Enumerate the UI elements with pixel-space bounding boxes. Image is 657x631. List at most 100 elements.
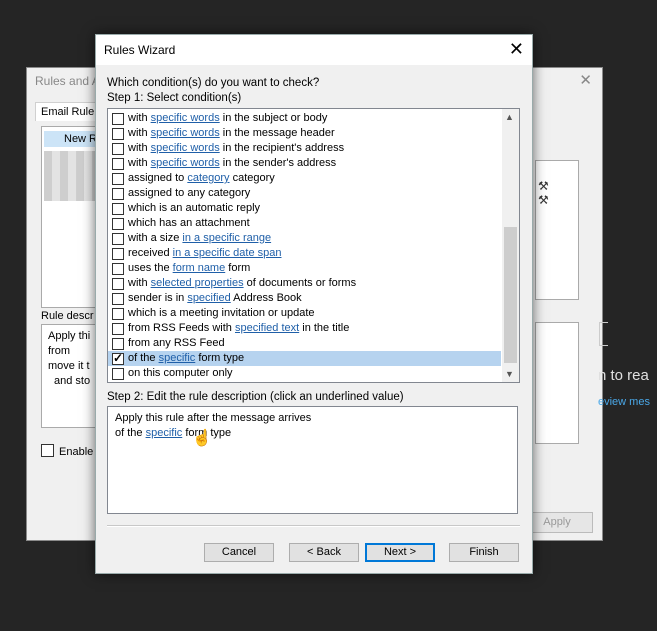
condition-link[interactable]: specific words — [151, 142, 220, 154]
condition-text: uses the — [128, 262, 173, 274]
condition-text: from any RSS Feed — [128, 337, 225, 349]
condition-checkbox[interactable] — [112, 218, 124, 230]
condition-item[interactable]: on this computer only — [108, 366, 501, 381]
condition-checkbox[interactable] — [112, 278, 124, 290]
condition-link[interactable]: specific words — [151, 127, 220, 139]
condition-item[interactable]: with specific words in the sender's addr… — [108, 156, 501, 171]
condition-text: in the title — [299, 322, 350, 334]
scroll-thumb[interactable] — [504, 227, 517, 363]
blurred-rule-icons — [44, 151, 100, 201]
next-button[interactable]: Next > — [365, 543, 435, 562]
condition-item[interactable]: which is an automatic reply — [108, 201, 501, 216]
condition-link[interactable]: in a specific date span — [173, 247, 282, 259]
condition-item[interactable]: which is a meeting invitation or update — [108, 306, 501, 321]
conditions-scrollbar[interactable]: ▲ ▼ — [502, 109, 519, 382]
condition-item[interactable]: with specific words in the subject or bo… — [108, 111, 501, 126]
condition-text: of the — [128, 352, 159, 364]
condition-link[interactable]: selected properties — [151, 277, 244, 289]
condition-checkbox[interactable] — [112, 263, 124, 275]
window-edge — [599, 322, 608, 346]
condition-item[interactable]: assigned to category category — [108, 171, 501, 186]
background-link[interactable]: eview mes — [598, 396, 650, 408]
hand-cursor-icon: ☝ — [192, 430, 212, 447]
condition-link[interactable]: specific words — [151, 112, 220, 124]
condition-text: Address Book — [230, 292, 302, 304]
enable-checkbox[interactable]: Enable — [41, 444, 93, 458]
dialog-title: Rules Wizard — [104, 43, 176, 57]
condition-checkbox[interactable] — [112, 233, 124, 245]
condition-checkbox[interactable] — [112, 293, 124, 305]
condition-checkbox[interactable] — [112, 158, 124, 170]
close-icon[interactable]: ✕ — [579, 71, 592, 89]
condition-checkbox[interactable] — [112, 323, 124, 335]
condition-text: in the sender's address — [219, 157, 337, 169]
cancel-button[interactable]: Cancel — [204, 543, 274, 562]
scroll-up-icon[interactable]: ▲ — [505, 112, 514, 122]
condition-link[interactable]: specified — [187, 292, 230, 304]
condition-item[interactable]: assigned to any category — [108, 186, 501, 201]
condition-item[interactable]: from RSS Feeds with specified text in th… — [108, 321, 501, 336]
condition-text: with — [128, 142, 151, 154]
step2-label: Step 2: Edit the rule description (click… — [107, 391, 404, 403]
condition-text: form — [225, 262, 251, 274]
condition-text: with — [128, 127, 151, 139]
condition-item[interactable]: with specific words in the recipient's a… — [108, 141, 501, 156]
condition-text: in the message header — [219, 127, 335, 139]
rule-actions-list[interactable]: ⚒ ⚒ — [535, 160, 579, 300]
background-text: n to rea — [598, 367, 649, 384]
condition-checkbox[interactable] — [112, 128, 124, 140]
close-icon[interactable]: ✕ — [509, 39, 524, 60]
condition-text: with — [128, 112, 151, 124]
rule-description-label: Rule descr — [41, 310, 94, 322]
condition-item[interactable]: sender is in specified Address Book — [108, 291, 501, 306]
condition-checkbox[interactable] — [112, 143, 124, 155]
condition-checkbox[interactable] — [112, 188, 124, 200]
condition-checkbox[interactable] — [112, 173, 124, 185]
title-bar: Rules Wizard ✕ — [96, 35, 532, 65]
condition-item[interactable]: with a size in a specific range — [108, 231, 501, 246]
condition-item[interactable]: of the specific form type — [108, 351, 501, 366]
condition-item[interactable]: which has an attachment — [108, 216, 501, 231]
condition-text: in the recipient's address — [219, 142, 345, 154]
back-button[interactable]: < Back — [289, 543, 359, 562]
condition-text: with — [128, 157, 151, 169]
condition-item[interactable]: uses the form name form — [108, 261, 501, 276]
conditions-list[interactable]: with specific words in the subject or bo… — [107, 108, 520, 383]
condition-text: which is an automatic reply — [128, 202, 261, 214]
condition-item[interactable]: from any RSS Feed — [108, 336, 501, 351]
condition-checkbox[interactable] — [112, 351, 124, 366]
condition-checkbox[interactable] — [112, 248, 124, 260]
condition-item[interactable]: with selected properties of documents or… — [108, 276, 501, 291]
condition-text: category — [229, 172, 275, 184]
condition-link[interactable]: specified text — [235, 322, 299, 334]
condition-text: in the subject or body — [219, 112, 328, 124]
condition-text: assigned to any category — [128, 187, 251, 199]
condition-item[interactable]: with specific words in the message heade… — [108, 126, 501, 141]
condition-link[interactable]: form name — [173, 262, 226, 274]
condition-link[interactable]: in a specific range — [182, 232, 271, 244]
finish-button[interactable]: Finish — [449, 543, 519, 562]
scroll-down-icon[interactable]: ▼ — [505, 369, 514, 379]
condition-link[interactable]: specific — [159, 352, 196, 364]
condition-text: sender is in — [128, 292, 188, 304]
condition-checkbox[interactable] — [112, 368, 124, 380]
rules-wizard-dialog: Rules Wizard ✕ Which condition(s) do you… — [95, 34, 533, 574]
condition-checkbox[interactable] — [112, 338, 124, 350]
condition-link[interactable]: category — [187, 172, 229, 184]
tab-email-rules[interactable]: Email Rule — [35, 102, 101, 121]
description-line: Apply this rule after the message arrive… — [115, 412, 312, 424]
condition-item[interactable]: received in a specific date span — [108, 246, 501, 261]
specific-form-type-link[interactable]: specific — [146, 427, 183, 439]
description-line: of the specific form type — [115, 426, 510, 441]
condition-text: with — [128, 277, 151, 289]
tools-icon: ⚒ ⚒ — [538, 179, 549, 207]
step1-label: Step 1: Select condition(s) — [107, 92, 242, 104]
condition-checkbox[interactable] — [112, 203, 124, 215]
condition-checkbox[interactable] — [112, 308, 124, 320]
condition-text: assigned to — [128, 172, 188, 184]
condition-checkbox[interactable] — [112, 113, 124, 125]
condition-text: form type — [195, 352, 245, 364]
condition-text: which is a meeting invitation or update — [128, 307, 315, 319]
condition-link[interactable]: specific words — [151, 157, 220, 169]
condition-text: with a size — [128, 232, 183, 244]
